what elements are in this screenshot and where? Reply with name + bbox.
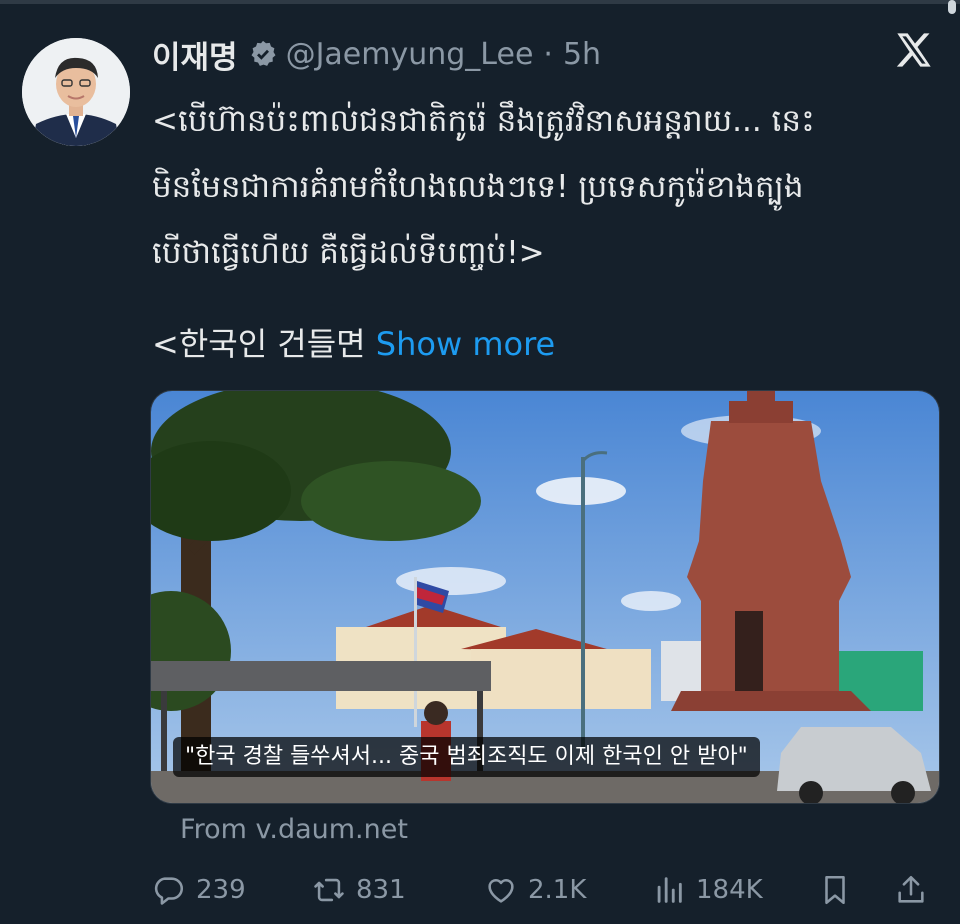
tweet-time[interactable]: 5h [563, 37, 601, 72]
author-name[interactable]: 이재명 [152, 32, 238, 77]
views-count: 184K [696, 875, 763, 905]
show-more-link[interactable]: Show more [376, 325, 555, 363]
action-bar: 239 831 2.1K 184K [0, 862, 960, 918]
repost-button[interactable]: 831 [312, 862, 406, 918]
share-button[interactable] [894, 862, 928, 918]
verified-badge-icon [251, 40, 276, 66]
card-caption: "한국 경찰 들쑤셔서... 중국 범죄조직도 이제 한국인 안 받아" [173, 737, 760, 777]
tweet-text-korean: <한국인 건들면 [152, 325, 366, 363]
scrollbar-thumb[interactable] [948, 0, 956, 14]
repost-count: 831 [356, 875, 406, 905]
bookmark-icon [825, 875, 845, 905]
tweet-text: <បើហ៊ានប៉ះពាល់ជនជាតិកូរ៉េ នឹងត្រូវវិនាសអ… [152, 103, 815, 271]
tweet-text-continued: <한국인 건들면 Show more [152, 322, 555, 366]
tweet-header: 이재명 @Jaemyung_Lee · 5h [152, 32, 601, 76]
top-divider [0, 0, 960, 4]
link-card[interactable]: "한국 경찰 들쑤셔서... 중국 범죄조직도 이제 한국인 안 받아" [150, 390, 940, 804]
views-icon [657, 877, 682, 903]
reply-icon [154, 877, 184, 905]
separator-dot: · [543, 36, 553, 72]
author-handle[interactable]: @Jaemyung_Lee [286, 37, 534, 72]
reply-button[interactable]: 239 [152, 862, 246, 918]
bookmark-button[interactable] [818, 862, 852, 918]
repost-icon [314, 878, 344, 902]
card-source[interactable]: From v.daum.net [180, 814, 408, 845]
avatar[interactable] [22, 38, 130, 146]
share-icon [898, 875, 924, 903]
x-logo-icon[interactable] [894, 30, 934, 70]
heart-icon [488, 879, 514, 903]
views-button[interactable]: 184K [652, 862, 763, 918]
reply-count: 239 [196, 875, 246, 905]
like-button[interactable]: 2.1K [484, 862, 586, 918]
like-count: 2.1K [528, 875, 587, 905]
